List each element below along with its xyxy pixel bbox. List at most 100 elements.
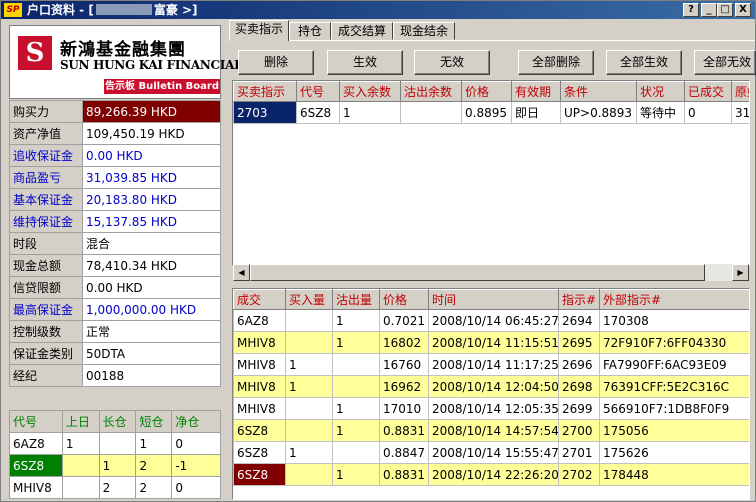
trade-row[interactable]: 6AZ8 1 0.7021 2008/10/14 06:45:27 2694 170308	[233, 309, 749, 332]
delete-button[interactable]: 删除	[238, 50, 314, 75]
bulletin-board-button[interactable]: 告示板 Bulletin Board	[104, 79, 220, 94]
position-cell: MHIV8	[9, 476, 63, 499]
account-field-label[interactable]: 基本保证金	[9, 188, 83, 211]
position-cell: 2	[98, 476, 137, 499]
trade-cell: 1	[285, 353, 333, 376]
trades-column-header[interactable]: 价格	[379, 289, 429, 310]
orders-column-header[interactable]: 买入余数	[339, 81, 401, 102]
position-row[interactable]: 6AZ8 1 1 0	[9, 432, 221, 455]
order-row[interactable]: 27036SZ81 0.8895即日UP>0.8893等待中0313	[233, 101, 749, 124]
account-field-label: 经纪	[9, 364, 83, 387]
trade-cell: 2696	[558, 353, 600, 376]
position-row[interactable]: MHIV8 2 2 0	[9, 476, 221, 499]
scroll-left-icon[interactable]: ◀	[233, 264, 250, 281]
account-window: SP 户口资料 - [富豪 >] ? _ □ X S 新鴻基金融集團 SUN H…	[0, 0, 756, 502]
trade-cell: 0.7021	[379, 309, 429, 332]
deactivate-all-button[interactable]: 全部无效	[694, 50, 756, 75]
title-bar[interactable]: SP 户口资料 - [富豪 >] ? _ □ X	[1, 1, 755, 19]
trade-cell: 0.8831	[379, 419, 429, 442]
tab-trade-settlement[interactable]: 成交结算	[331, 22, 393, 40]
orders-column-header[interactable]: 已成交	[684, 81, 732, 102]
trade-row[interactable]: 6SZ8 1 0.8831 2008/10/14 22:26:20 2702 178448	[233, 463, 749, 486]
positions-column-header[interactable]: 净仓	[171, 410, 221, 433]
positions-column-header[interactable]: 上日	[61, 410, 100, 433]
trade-row[interactable]: 6SZ8 1 0.8831 2008/10/14 14:57:54 2700 175056	[233, 419, 749, 442]
order-cell: 即日	[511, 101, 561, 124]
scroll-right-icon[interactable]: ▶	[732, 264, 749, 281]
trade-cell: 2008/10/14 11:15:51	[428, 331, 559, 354]
delete-all-button[interactable]: 全部删除	[518, 50, 594, 75]
account-row: 保证金类别 50DTA	[9, 342, 221, 365]
account-field-value: 00188	[82, 364, 221, 387]
trade-cell: 1	[285, 375, 333, 398]
trades-column-header[interactable]: 沽出量	[332, 289, 380, 310]
orders-column-header[interactable]: 状况	[636, 81, 685, 102]
tab-orders[interactable]: 买卖指示	[229, 20, 289, 41]
account-field-value: 109,450.19 HKD	[82, 122, 221, 145]
account-row: 经纪 00188	[9, 364, 221, 387]
orders-column-header[interactable]: 买卖指示	[233, 81, 297, 102]
trade-cell: 1	[332, 309, 380, 332]
trade-cell	[285, 331, 333, 354]
trade-cell: 72F910F7:6FF04330	[599, 331, 749, 354]
account-field-value: 1,000,000.00 HKD	[82, 298, 221, 321]
account-field-label: 保证金类别	[9, 342, 83, 365]
orders-column-header[interactable]: 条件	[560, 81, 637, 102]
activate-all-button[interactable]: 全部生效	[606, 50, 682, 75]
account-field-label: 控制级数	[9, 320, 83, 343]
orders-horizontal-scrollbar[interactable]: ◀ ▶	[233, 264, 749, 281]
orders-column-header[interactable]: 价格	[461, 81, 512, 102]
maximize-button[interactable]: □	[717, 3, 733, 17]
tab-positions[interactable]: 持仓	[289, 22, 331, 40]
order-cell: 2703	[233, 101, 297, 124]
trade-cell	[285, 309, 333, 332]
trade-row[interactable]: MHIV8 1 16802 2008/10/14 11:15:51 2695 72F910…	[233, 331, 749, 354]
trade-row[interactable]: MHIV8 1 16962 2008/10/14 12:04:50 2698 76391C…	[233, 375, 749, 398]
order-cell: 1	[339, 101, 401, 124]
orders-column-header[interactable]: 沽出余数	[400, 81, 462, 102]
activate-button[interactable]: 生效	[327, 50, 403, 75]
account-field-label[interactable]: 维持保证金	[9, 210, 83, 233]
trade-cell: FA7990FF:6AC93E09	[599, 353, 749, 376]
positions-column-header[interactable]: 长仓	[98, 410, 137, 433]
trade-cell: 2008/10/14 12:04:50	[428, 375, 559, 398]
position-cell: 1	[135, 432, 173, 455]
orders-column-header[interactable]: 有效期	[511, 81, 561, 102]
orders-column-header[interactable]: 原始	[731, 81, 749, 102]
trades-column-header[interactable]: 买入量	[285, 289, 333, 310]
shk-logo-icon: S	[18, 36, 52, 70]
account-field-label[interactable]: 商品盈亏	[9, 166, 83, 189]
trade-cell: 170308	[599, 309, 749, 332]
minimize-button[interactable]: _	[701, 3, 717, 17]
trade-cell: 2008/10/14 12:05:35	[428, 397, 559, 420]
trades-column-header[interactable]: 外部指示#	[599, 289, 749, 310]
trade-cell: 566910F7:1DB8F0F9	[599, 397, 749, 420]
trades-column-header[interactable]: 时间	[428, 289, 559, 310]
trades-column-header[interactable]: 成交	[233, 289, 286, 310]
order-cell: 0.8895	[461, 101, 512, 124]
trade-cell: 0.8847	[379, 441, 429, 464]
account-field-value: 混合	[82, 232, 221, 255]
deactivate-button[interactable]: 无效	[414, 50, 490, 75]
trade-cell: 2695	[558, 331, 600, 354]
account-field-label[interactable]: 最高保证金	[9, 298, 83, 321]
trade-cell: 6SZ8	[233, 441, 286, 464]
help-button[interactable]: ?	[683, 3, 699, 17]
trade-row[interactable]: MHIV8 1 17010 2008/10/14 12:05:35 2699 566910…	[233, 397, 749, 420]
positions-column-header[interactable]: 代号	[9, 410, 63, 433]
account-field-label[interactable]: 追收保证金	[9, 144, 83, 167]
scrollbar-thumb[interactable]	[250, 264, 705, 281]
order-cell: 6SZ8	[296, 101, 340, 124]
positions-column-header[interactable]: 短仓	[135, 410, 173, 433]
position-row[interactable]: 6SZ8 1 2 -1	[9, 454, 221, 477]
account-row: 资产净值 109,450.19 HKD	[9, 122, 221, 145]
tab-cash-balance[interactable]: 现金结余	[393, 22, 455, 40]
company-logo-panel: S 新鴻基金融集團 SUN HUNG KAI FINANCIAL 告示板 Bul…	[9, 25, 243, 99]
trade-row[interactable]: 6SZ8 1 0.8847 2008/10/14 15:55:47 2701 175626	[233, 441, 749, 464]
account-field-label: 购买力	[9, 100, 83, 123]
close-button[interactable]: X	[735, 3, 751, 17]
orders-column-header[interactable]: 代号	[296, 81, 340, 102]
trades-column-header[interactable]: 指示#	[558, 289, 600, 310]
order-cell: 等待中	[636, 101, 685, 124]
trade-row[interactable]: MHIV8 1 16760 2008/10/14 11:17:25 2696 FA7990…	[233, 353, 749, 376]
